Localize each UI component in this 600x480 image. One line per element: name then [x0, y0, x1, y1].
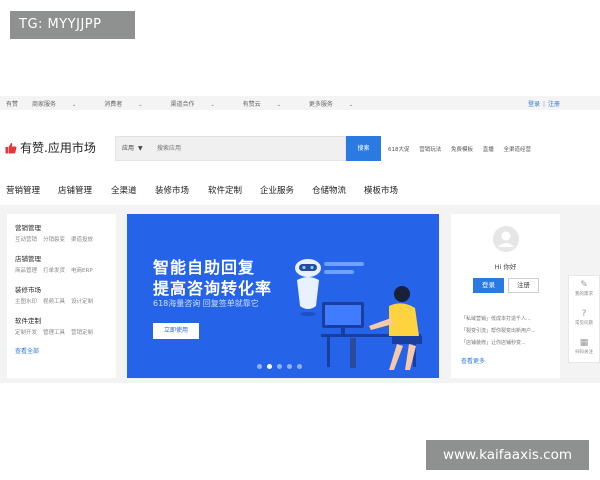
banner-headline: 提高咨询转化率 — [153, 279, 273, 298]
side-tool-help[interactable]: ? 常见问题 — [569, 305, 599, 334]
hot-tag[interactable]: 营销玩法 — [419, 147, 441, 153]
carousel-dot[interactable] — [257, 364, 262, 369]
nav-item-decoration[interactable]: 装修市场 — [155, 184, 189, 196]
news-list: 「私域营销」低成本打造千人... 「裂变引流」帮你裂变出新用户... 「店铺装修… — [461, 313, 536, 349]
tg-badge: TG: MYYJJPP — [10, 11, 135, 39]
hot-tag[interactable]: 618大促 — [388, 147, 410, 153]
register-button[interactable]: 注册 — [508, 278, 539, 293]
search-button[interactable]: 搜索 — [346, 136, 381, 161]
chevron-down-icon: ⌄ — [210, 102, 215, 108]
nav-item-omnichannel[interactable]: 全渠道 — [111, 184, 137, 196]
carousel-dot[interactable] — [297, 364, 302, 369]
feedback-icon: ✎ — [580, 280, 588, 290]
topbar-item-channel[interactable]: 渠道合作 ⌄ — [170, 99, 228, 108]
caret-down-icon: ▼ — [138, 145, 143, 152]
hot-tag[interactable]: 免费模板 — [451, 147, 473, 153]
side-tool-feedback[interactable]: ✎ 我的需求 — [569, 276, 599, 305]
chevron-down-icon: ⌄ — [138, 102, 143, 108]
search-bar: 应用 ▼ 搜索 — [115, 136, 381, 161]
category-link[interactable]: 主图水印 — [15, 299, 37, 305]
chevron-down-icon: ⌄ — [276, 102, 281, 108]
category-links: 定制开发 管理工具 营销定制 — [15, 328, 116, 336]
news-item[interactable]: 「裂变引流」帮你裂变出新用户... — [461, 325, 536, 337]
content-area: 营销管理 互动营销 分销裂变 渠道投放 店铺管理 商品管理 打单发货 电商ERP 装修市… — [0, 205, 600, 383]
category-links: 互动营销 分销裂变 渠道投放 — [15, 235, 116, 243]
thumbs-up-icon — [5, 142, 17, 153]
help-icon: ? — [581, 309, 587, 319]
nav-item-store[interactable]: 店铺管理 — [58, 184, 92, 196]
logo[interactable]: 有赞.应用市场 — [5, 139, 96, 156]
category-link[interactable]: 打单发货 — [43, 268, 65, 274]
nav-item-enterprise[interactable]: 企业服务 — [260, 184, 294, 196]
header: 有赞.应用市场 应用▼ 搜索 618大促 营销玩法 免费模板 直播 全渠道经营 — [0, 133, 600, 163]
category-panel: 营销管理 互动营销 分销裂变 渠道投放 店铺管理 商品管理 打单发货 电商ERP 装修市… — [7, 214, 116, 378]
robot-icon — [295, 259, 321, 316]
category-title[interactable]: 店铺管理 — [15, 253, 116, 263]
nav-item-custom-software[interactable]: 软件定制 — [208, 184, 242, 196]
carousel-dot[interactable] — [277, 364, 282, 369]
chevron-down-icon: ⌄ — [72, 102, 77, 108]
category-link[interactable]: 分销裂变 — [43, 237, 65, 243]
topbar-item-youzan[interactable]: 有赞 — [6, 99, 18, 108]
category-link[interactable]: 设计定制 — [71, 299, 93, 305]
hot-tag[interactable]: 直播 — [483, 147, 494, 153]
category-title[interactable]: 营销管理 — [15, 222, 116, 232]
side-toolbar: ✎ 我的需求 ? 常见问题 ▦ 扫码关注 — [568, 275, 600, 363]
promo-banner[interactable]: 智能自助回复 提高咨询转化率 618海量咨询 回复签单就靠它 立即使用 — [127, 214, 439, 378]
chevron-down-icon: ⌄ — [348, 102, 354, 108]
category-link[interactable]: 互动营销 — [15, 237, 37, 243]
carousel-dots — [257, 364, 302, 369]
topbar-login-link[interactable]: 登录 — [528, 101, 540, 108]
main-nav: 营销管理 店铺管理 全渠道 装修市场 软件定制 企业服务 仓储物流 模板市场 — [0, 184, 600, 198]
category-link[interactable]: 营销定制 — [71, 330, 93, 336]
qrcode-icon: ▦ — [579, 338, 589, 348]
category-title[interactable]: 装修市场 — [15, 284, 116, 294]
side-tool-qrcode[interactable]: ▦ 扫码关注 — [569, 334, 599, 363]
category-link[interactable]: 定制开发 — [15, 330, 37, 336]
watermark: www.kaifaaxis.com — [426, 440, 589, 470]
topbar-item-cloud[interactable]: 有赞云 ⌄ — [243, 99, 295, 108]
topbar-register-link[interactable]: 注册 — [548, 101, 560, 108]
user-panel: Hi 你好 登录 注册 「私域营销」低成本打造千人... 「裂变引流」帮你裂变出… — [451, 214, 560, 378]
avatar-icon — [493, 226, 519, 252]
category-link[interactable]: 渠道投放 — [71, 237, 93, 243]
search-input[interactable] — [155, 136, 346, 161]
category-link[interactable]: 电商ERP — [71, 268, 93, 274]
separator: | — [542, 101, 545, 108]
topbar-item-more[interactable]: 更多服务 ⌄ — [309, 99, 367, 108]
category-link[interactable]: 管理工具 — [43, 330, 65, 336]
category-links: 主图水印 视频工具 设计定制 — [15, 297, 116, 305]
nav-item-templates[interactable]: 模板市场 — [364, 184, 398, 196]
nav-item-logistics[interactable]: 仓储物流 — [312, 184, 346, 196]
news-item[interactable]: 「私域营销」低成本打造千人... — [461, 313, 536, 325]
hot-tag[interactable]: 全渠道经营 — [504, 147, 532, 153]
view-all-link[interactable]: 查看全部 — [15, 346, 116, 355]
category-links: 商品管理 打单发货 电商ERP — [15, 266, 116, 274]
login-button[interactable]: 登录 — [473, 278, 504, 293]
news-item[interactable]: 「店铺装修」让你店铺秒变... — [461, 337, 536, 349]
banner-cta-button[interactable]: 立即使用 — [153, 323, 199, 339]
logo-text: 有赞.应用市场 — [20, 141, 96, 155]
topbar-item-consumer[interactable]: 消费者 ⌄ — [104, 99, 156, 108]
category-link[interactable]: 商品管理 — [15, 268, 37, 274]
nav-item-marketing[interactable]: 营销管理 — [6, 184, 40, 196]
hot-tags: 618大促 营销玩法 免费模板 直播 全渠道经营 — [388, 145, 539, 153]
category-title[interactable]: 软件定制 — [15, 315, 116, 325]
banner-subtitle: 618海量咨询 回复签单就靠它 — [153, 299, 259, 308]
search-scope-select[interactable]: 应用 ▼ — [115, 136, 155, 161]
carousel-dot-active[interactable] — [267, 364, 272, 369]
topbar-item-merchant[interactable]: 商家服务 ⌄ — [32, 99, 90, 108]
top-utility-bar: 有赞 商家服务 ⌄ 消费者 ⌄ 渠道合作 ⌄ 有赞云 ⌄ 更多服务 ⌄ 登录 | 注册 — [0, 96, 600, 110]
greeting-text: Hi 你好 — [494, 263, 517, 271]
carousel-dot[interactable] — [287, 364, 292, 369]
category-link[interactable]: 视频工具 — [43, 299, 65, 305]
view-more-link[interactable]: 查看更多 — [461, 356, 485, 365]
